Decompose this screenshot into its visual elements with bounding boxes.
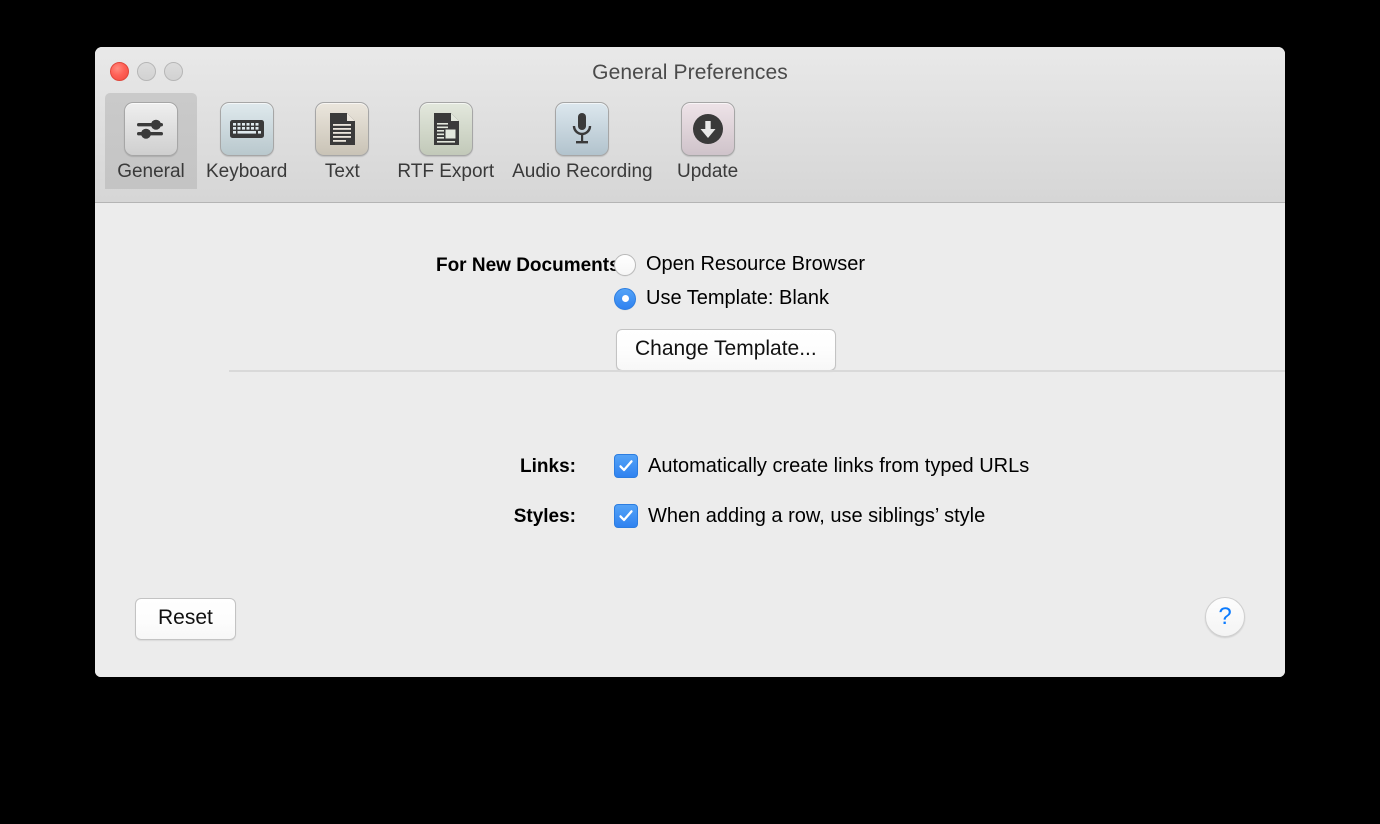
styles-row: When adding a row, use siblings’ style	[614, 504, 985, 528]
toolbar-item-general[interactable]: General	[105, 93, 197, 189]
checkbox-option-auto-links[interactable]: Automatically create links from typed UR…	[614, 454, 1029, 478]
new-documents-label-wrap: For New Documents:	[226, 255, 626, 277]
radio-option-open-resource-browser[interactable]: Open Resource Browser	[614, 253, 865, 276]
document-export-icon	[418, 102, 473, 156]
reset-wrap: Reset	[135, 598, 236, 640]
toolbar-item-label: RTF Export	[397, 161, 495, 182]
radio-button[interactable]	[614, 287, 636, 310]
checkbox-label: When adding a row, use siblings’ style	[648, 504, 986, 527]
new-documents-label: For New Documents:	[435, 255, 626, 276]
radio-label: Open Resource Browser	[646, 253, 865, 275]
toolbar-item-text[interactable]: Text	[296, 93, 388, 189]
document-icon	[315, 102, 370, 156]
links-row: Automatically create links from typed UR…	[614, 454, 1029, 478]
checkbox-label: Automatically create links from typed UR…	[648, 454, 1030, 477]
preferences-content: For New Documents: Open Resource Browser…	[95, 203, 1285, 677]
toolbar-item-label: Audio Recording	[512, 161, 653, 182]
radio-button[interactable]	[614, 253, 636, 276]
toolbar-item-label: General	[117, 161, 185, 182]
reset-button[interactable]: Reset	[135, 598, 236, 640]
sliders-icon	[124, 102, 178, 156]
section-divider	[229, 370, 1285, 372]
window-title: General Preferences	[592, 61, 788, 84]
new-documents-radio-group: Open Resource Browser Use Template: Blan…	[614, 253, 865, 310]
change-template-wrap: Change Template...	[616, 329, 836, 371]
change-template-button[interactable]: Change Template...	[616, 329, 836, 371]
toolbar-item-audio-recording[interactable]: Audio Recording	[503, 93, 661, 189]
microphone-icon	[555, 102, 610, 156]
toolbar-item-keyboard[interactable]: Keyboard	[197, 93, 296, 189]
links-label: Links:	[520, 456, 576, 477]
download-arrow-icon	[680, 102, 735, 156]
toolbar-item-label: Keyboard	[206, 161, 288, 182]
preferences-toolbar: General Keyboard Text RTF Export Audio R…	[105, 93, 754, 189]
links-label-wrap: Links:	[226, 456, 576, 478]
new-documents-controls: Open Resource Browser Use Template: Blan…	[614, 253, 865, 310]
radio-label: Use Template: Blank	[646, 287, 830, 309]
keyboard-icon	[219, 102, 274, 156]
styles-label: Styles:	[513, 506, 576, 527]
radio-option-use-template[interactable]: Use Template: Blank	[614, 287, 865, 310]
preferences-window: General Preferences General Keyboard Tex…	[95, 47, 1285, 677]
checkbox-option-sibling-style[interactable]: When adding a row, use siblings’ style	[614, 504, 985, 528]
checkbox[interactable]	[614, 504, 638, 528]
window-titlebar: General Preferences General Keyboard Tex…	[95, 47, 1285, 203]
toolbar-item-rtf-export[interactable]: RTF Export	[388, 93, 503, 189]
toolbar-item-update[interactable]: Update	[662, 93, 754, 189]
styles-label-wrap: Styles:	[226, 506, 576, 528]
toolbar-item-label: Text	[324, 161, 360, 182]
toolbar-item-label: Update	[676, 161, 739, 182]
checkbox[interactable]	[614, 454, 638, 478]
help-button[interactable]: ?	[1205, 597, 1245, 637]
